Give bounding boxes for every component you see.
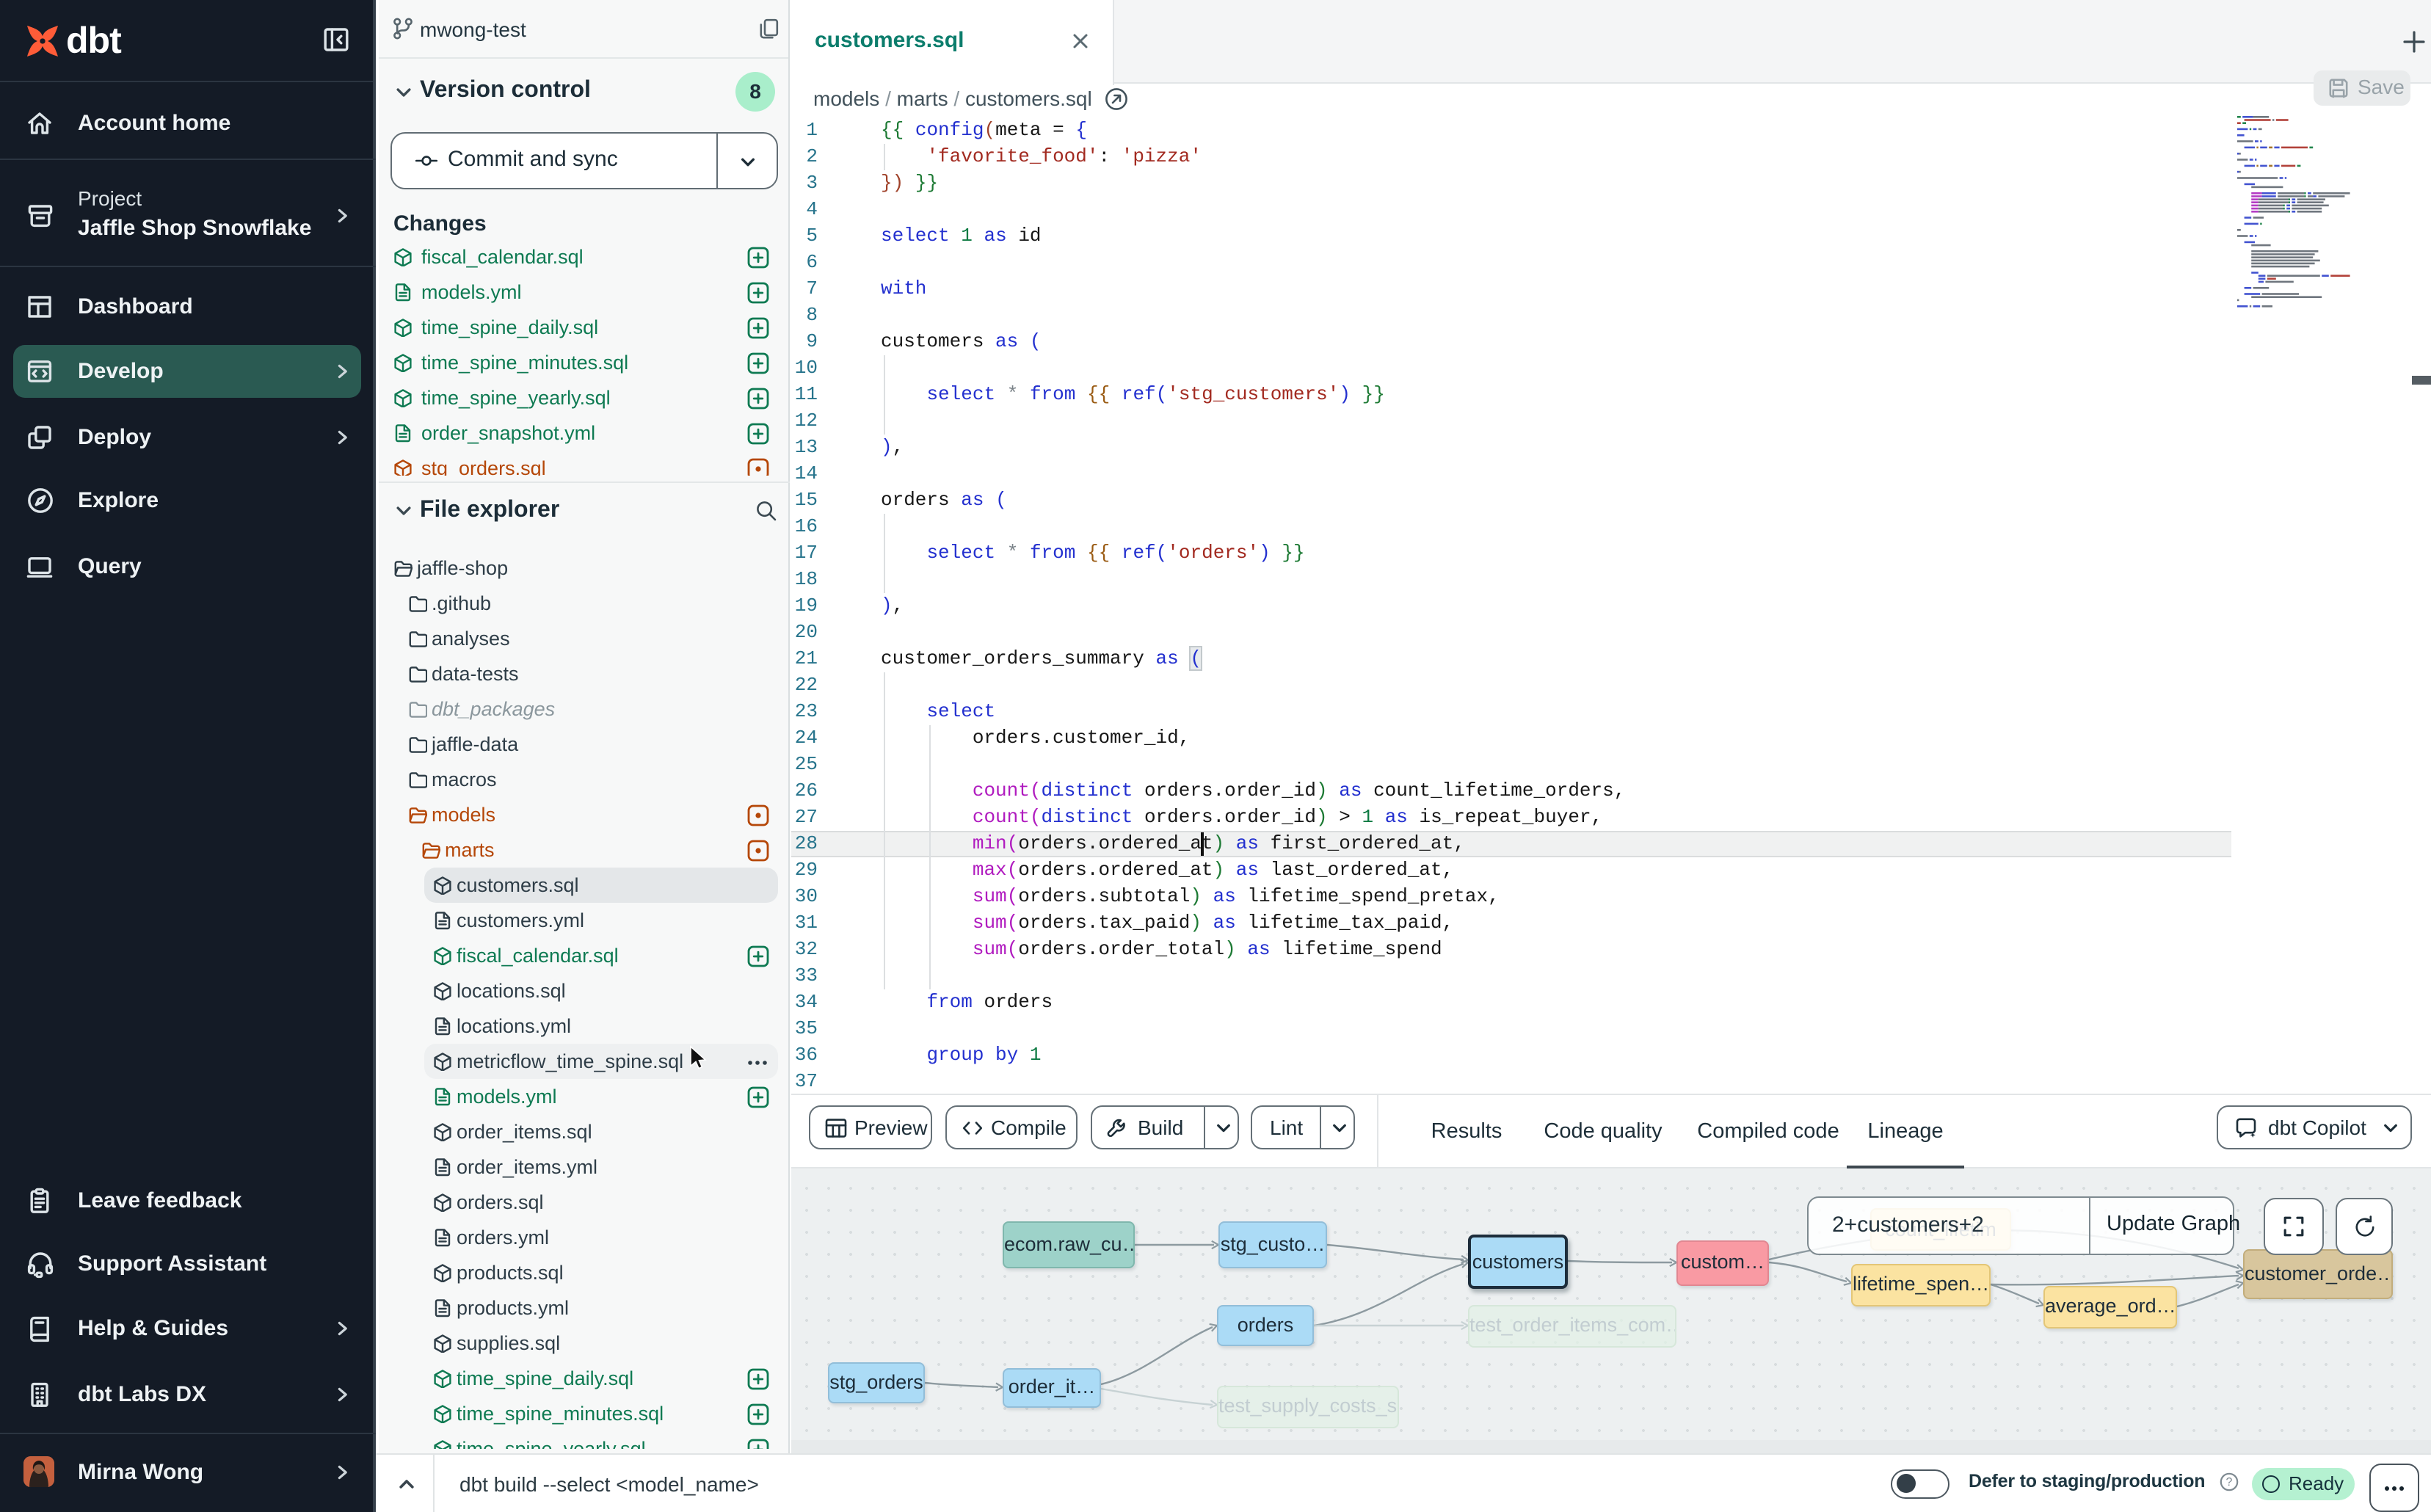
svg-text:?: ? [2226, 1476, 2233, 1489]
